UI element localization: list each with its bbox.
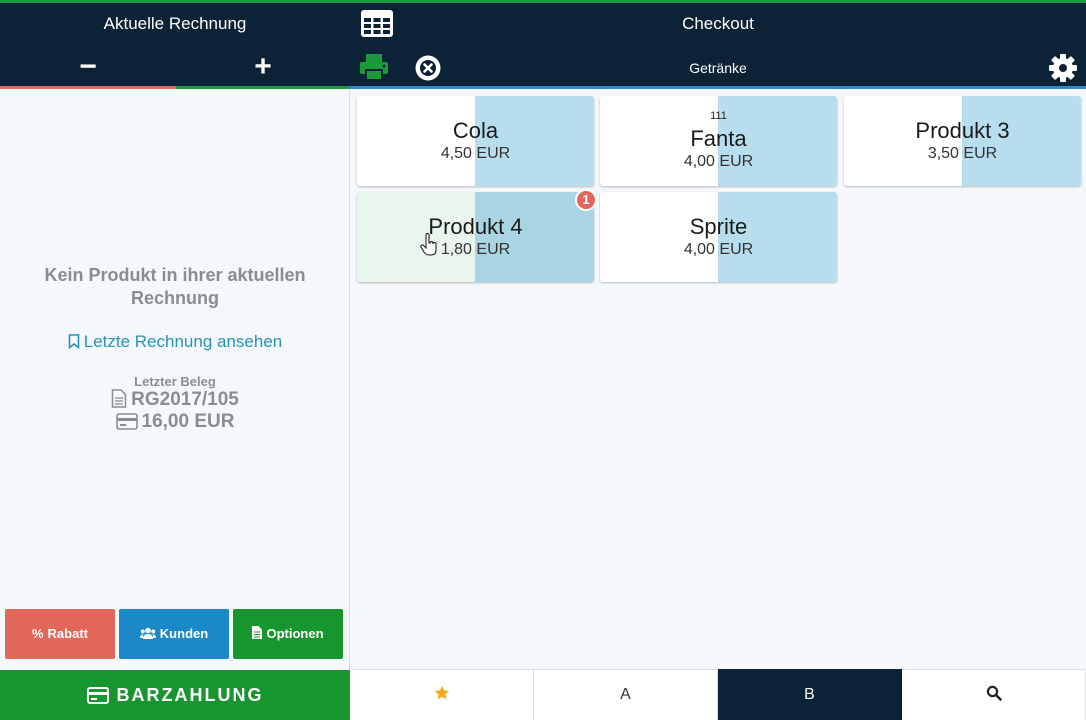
star-icon (434, 685, 449, 700)
product-name: Sprite (689, 214, 748, 239)
product-name: Produkt 4 (428, 214, 523, 239)
tab-a[interactable]: A (534, 669, 718, 720)
search-icon (986, 685, 1002, 701)
credit-card-icon (115, 413, 138, 430)
options-button[interactable]: Optionen (233, 609, 343, 659)
increase-button[interactable]: + (243, 52, 283, 82)
product-tile-produkt-3[interactable]: Produkt 3 3,50 EUR (844, 96, 1081, 186)
quantity-badge: 1 (575, 189, 597, 211)
product-price: 1,80 EUR (440, 241, 511, 258)
discount-button-label: Rabatt (47, 626, 88, 641)
file-icon (252, 626, 263, 639)
last-invoice-link-label: Letzte Rechnung ansehen (83, 332, 283, 351)
tab-favorites[interactable] (350, 669, 534, 720)
last-receipt-label: Letzter Beleg (134, 374, 216, 389)
bookmark-icon (68, 334, 80, 350)
tab-b[interactable]: B (718, 669, 902, 720)
gear-icon[interactable] (1048, 53, 1078, 83)
last-receipt-number-text: RG2017/105 (131, 389, 239, 410)
cash-payment-label: BARZAHLUNG (116, 685, 264, 705)
product-name: Cola (452, 118, 499, 143)
credit-card-icon (86, 687, 109, 704)
product-price: 4,50 EUR (440, 145, 511, 162)
category-label: Getränke (689, 60, 747, 76)
current-invoice-title: Aktuelle Rechnung (103, 14, 247, 33)
product-code: 111 (710, 110, 727, 122)
options-button-label: Optionen (266, 626, 324, 641)
tab-underline-blue (350, 86, 1086, 89)
checkout-title: Checkout (682, 14, 754, 33)
product-tile-fanta[interactable]: 111 Fanta 4,00 EUR (600, 96, 837, 186)
last-invoice-link[interactable]: Letzte Rechnung ansehen (0, 332, 350, 352)
tab-search[interactable] (902, 669, 1086, 720)
percent-icon: % (31, 626, 44, 641)
top-header: Aktuelle Rechnung − + Checkout Getränke (0, 0, 1086, 89)
product-name: Produkt 3 (915, 118, 1010, 143)
product-name: Fanta (690, 126, 747, 151)
product-price: 4,00 EUR (683, 153, 754, 170)
last-receipt-amount: 16,00 EUR (0, 411, 350, 433)
last-receipt-amount-text: 16,00 EUR (141, 411, 235, 432)
product-tile-produkt-4[interactable]: Produkt 4 1,80 EUR (357, 192, 594, 282)
product-tile-sprite[interactable]: Sprite 4,00 EUR (600, 192, 837, 282)
decrease-button[interactable]: − (68, 52, 108, 82)
users-icon (139, 627, 156, 639)
invoice-panel: Kein Produkt in ihrer aktuellen Rechnung… (0, 89, 350, 720)
discount-button[interactable]: % Rabatt (5, 609, 115, 659)
product-price: 3,50 EUR (927, 145, 998, 162)
customers-button[interactable]: Kunden (119, 609, 229, 659)
header-top-line (0, 0, 1086, 3)
hand-pointer-icon (420, 233, 437, 256)
cash-payment-button[interactable]: BARZAHLUNG (0, 670, 350, 720)
product-tile-cola[interactable]: Cola 4,50 EUR (357, 96, 594, 186)
empty-invoice-message: Kein Produkt in ihrer aktuellen Rechnung (44, 265, 306, 308)
product-price: 4,00 EUR (683, 241, 754, 258)
document-icon (111, 389, 127, 408)
last-receipt-number: RG2017/105 (0, 389, 350, 411)
customers-button-label: Kunden (159, 626, 209, 641)
